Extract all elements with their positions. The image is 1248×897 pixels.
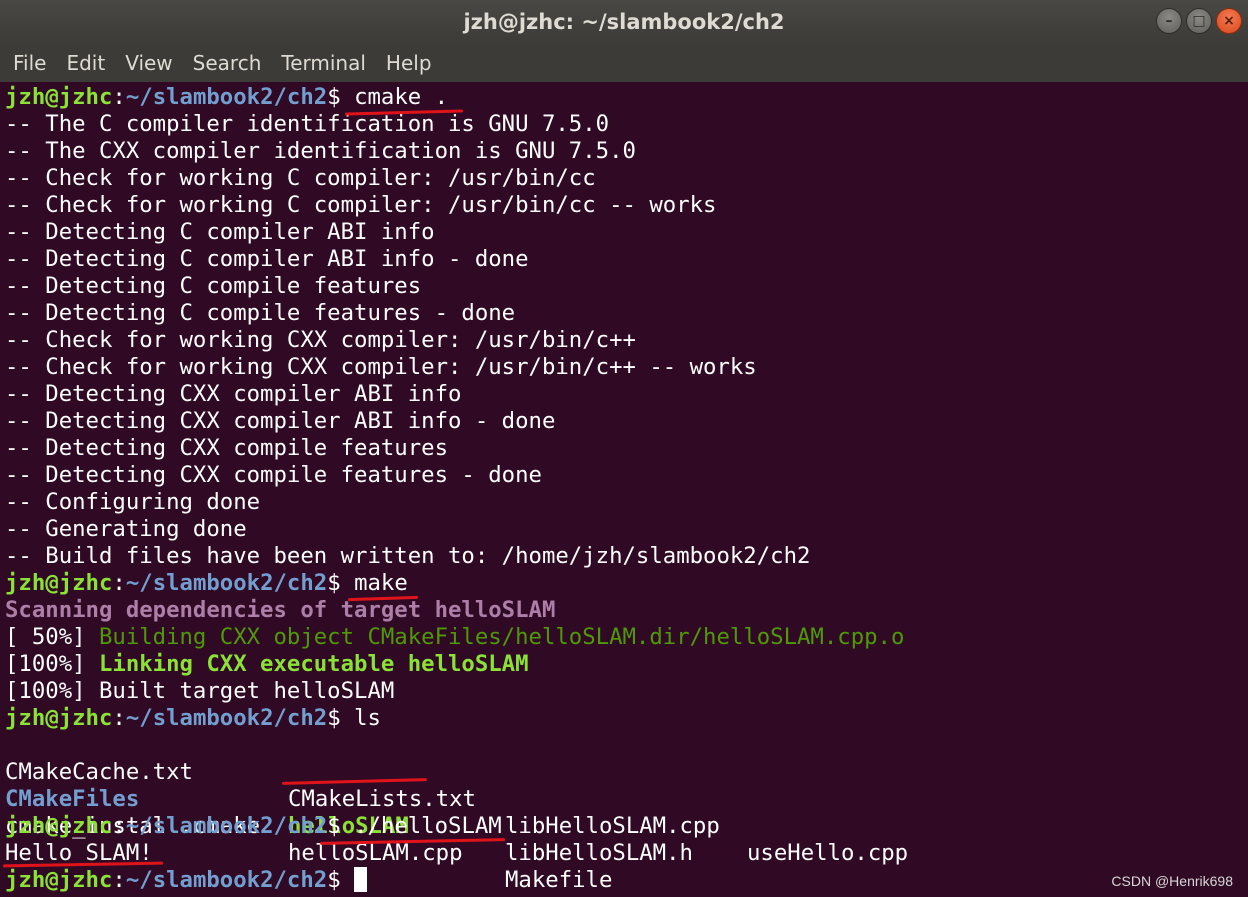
prompt-symbol: $ [327,867,355,893]
prompt-sep: : [112,84,126,110]
prompt-line: jzh@jzhc:~/slambook2/ch2$ ls [5,705,381,732]
link-message: Linking CXX executable helloSLAM [98,651,529,677]
build-line: [ 50%] Building CXX object CMakeFiles/he… [5,624,904,651]
ls-row: CMakeCache.txt CMakeLists.txt libHelloSL… [0,732,1248,866]
build-percent: [ 50%] [5,624,99,650]
output-line: -- The CXX compiler identification is GN… [5,138,636,164]
prompt-symbol: $ [327,570,355,596]
output-line: -- Build files have been written to: /ho… [5,543,811,569]
prompt-user: jzh@jzhc [5,867,113,893]
output-line: -- Detecting C compile features - done [5,300,516,326]
minimize-button[interactable]: – [1156,8,1182,34]
window-controls: – □ × [1156,8,1242,34]
ls-row: cmake_install.cmake helloSLAM.cpp Makefi… [0,786,1248,893]
ls-row: CMakeFiles helloSLAM libHelloSLAM.h [0,759,1248,866]
file-entry: Makefile [505,867,613,893]
output-line: -- Detecting CXX compile features [5,435,448,461]
prompt-user: jzh@jzhc [5,705,113,731]
output-line: -- Detecting C compiler ABI info [5,219,435,245]
prompt-sep: : [112,705,126,731]
menu-search[interactable]: Search [193,51,262,75]
prompt-user: jzh@jzhc [5,84,113,110]
prompt-line: jzh@jzhc:~/slambook2/ch2$ make [5,570,408,597]
output-line: -- The C compiler identification is GNU … [5,111,610,137]
output-line: -- Check for working C compiler: /usr/bi… [5,192,717,218]
terminal-window: jzh@jzhc: ~/slambook2/ch2 – □ × File Edi… [0,0,1248,897]
menu-terminal[interactable]: Terminal [281,51,366,75]
scan-line: Scanning dependencies of target helloSLA… [5,597,556,623]
menu-edit[interactable]: Edit [66,51,105,75]
output-line: -- Detecting CXX compiler ABI info - don… [5,408,556,434]
file-entry: libHelloSLAM.h [505,840,693,866]
prompt-line: jzh@jzhc:~/slambook2/ch2$ ./helloSLAM [5,813,502,840]
prompt-line: jzh@jzhc:~/slambook2/ch2$ cmake . [5,84,448,111]
prompt-user: jzh@jzhc [5,813,113,839]
output-line: -- Check for working CXX compiler: /usr/… [5,354,757,380]
command-ls: ls [354,705,381,731]
prompt-path: ~/slambook2/ch2 [125,813,328,839]
prompt-sep: : [112,570,126,596]
file-entry: libHelloSLAM.cpp [505,813,720,839]
output-line: -- Detecting CXX compile features - done [5,462,542,488]
output-line: -- Check for working CXX compiler: /usr/… [5,327,636,353]
command-run: ./helloSLAM [354,813,502,839]
close-button[interactable]: × [1216,8,1242,34]
link-line: [100%] Linking CXX executable helloSLAM [5,651,529,678]
output-line: -- Detecting C compiler ABI info - done [5,246,529,272]
file-entry: helloSLAM.cpp [288,840,463,866]
command-make: make [354,570,408,596]
command-cmake: cmake . [354,84,449,110]
menu-bar: File Edit View Search Terminal Help [0,44,1248,82]
prompt-symbol: $ [327,84,355,110]
build-message: Building CXX object CMakeFiles/helloSLAM… [98,624,905,650]
prompt-sep: : [112,867,126,893]
watermark: CSDN @Henrik698 [1111,873,1233,889]
prompt-sep: : [112,813,126,839]
file-entry: useHello.cpp [747,840,909,866]
menu-help[interactable]: Help [386,51,432,75]
built-line: [100%] Built target helloSLAM [5,678,395,704]
prompt-path: ~/slambook2/ch2 [125,570,328,596]
prompt-symbol: $ [327,813,355,839]
maximize-button[interactable]: □ [1186,8,1212,34]
output-line: -- Detecting CXX compiler ABI info [5,381,462,407]
prompt-user: jzh@jzhc [5,570,113,596]
link-percent: [100%] [5,651,99,677]
window-title: jzh@jzhc: ~/slambook2/ch2 [463,10,785,34]
output-line: -- Check for working C compiler: /usr/bi… [5,165,596,191]
title-bar[interactable]: jzh@jzhc: ~/slambook2/ch2 – □ × [0,0,1248,44]
output-line: -- Detecting C compile features [5,273,422,299]
prompt-line: jzh@jzhc:~/slambook2/ch2$ [5,867,368,894]
prompt-path: ~/slambook2/ch2 [125,84,328,110]
text-cursor[interactable] [354,867,368,892]
output-line: -- Configuring done [5,489,261,515]
menu-file[interactable]: File [13,51,46,75]
prompt-symbol: $ [327,705,355,731]
output-line: -- Generating done [5,516,247,542]
prompt-path: ~/slambook2/ch2 [125,705,328,731]
menu-view[interactable]: View [125,51,172,75]
prompt-path: ~/slambook2/ch2 [125,867,328,893]
terminal-output[interactable]: jzh@jzhc:~/slambook2/ch2$ cmake . -- The… [0,82,1248,897]
